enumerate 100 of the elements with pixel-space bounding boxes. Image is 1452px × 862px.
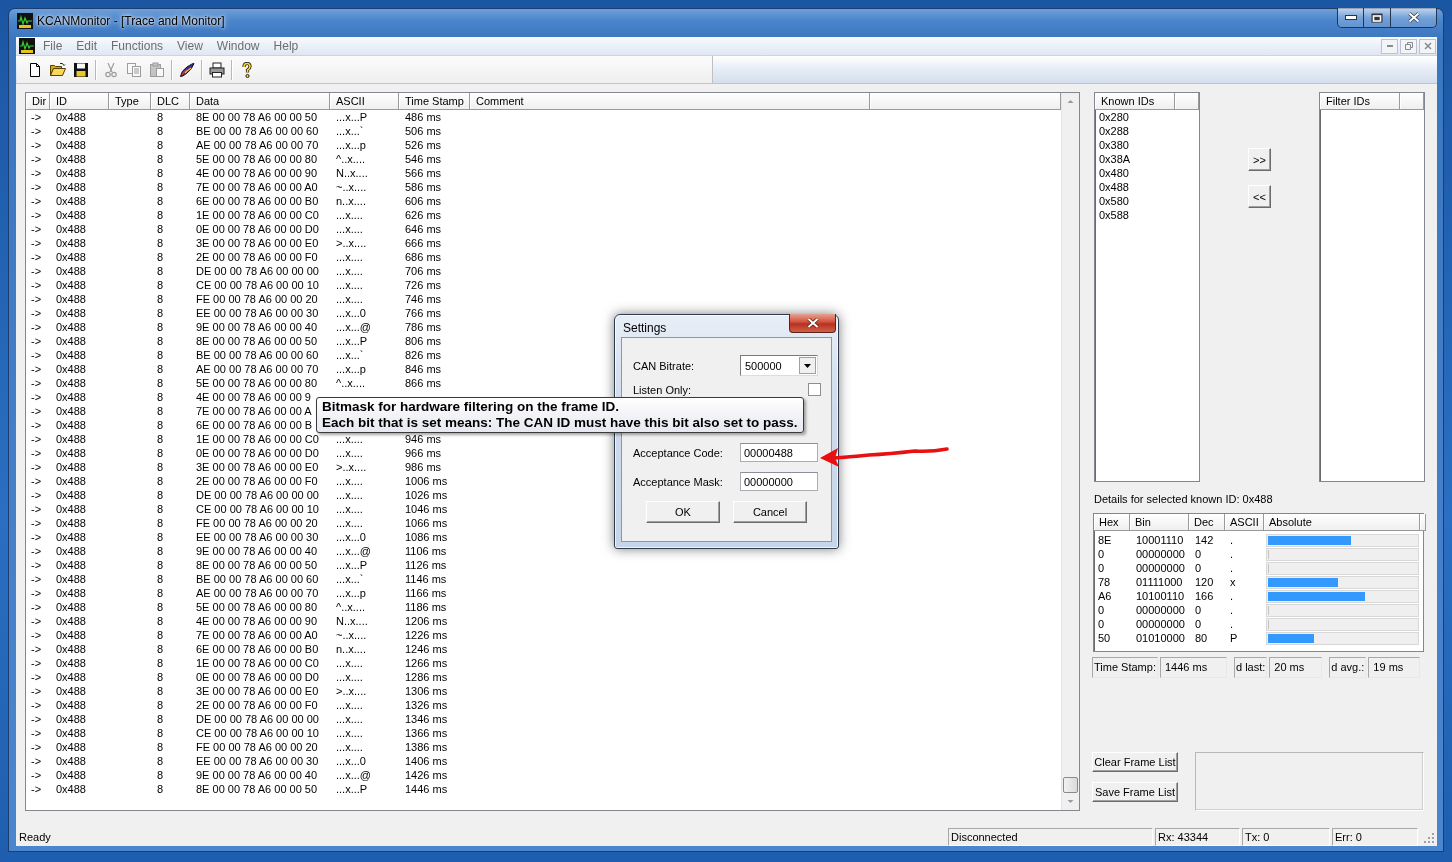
menu-item[interactable]: File	[36, 37, 70, 55]
column-header[interactable]: Dir	[26, 93, 50, 110]
column-header[interactable]: ASCII	[330, 93, 399, 110]
column-header[interactable]: ASCII	[1225, 514, 1264, 531]
ascii-cell: ...x....	[336, 474, 363, 488]
ascii-cell: ...x...0	[336, 530, 366, 544]
id-cell: 0x488	[56, 558, 86, 572]
id-cell: 0x488	[56, 516, 86, 530]
direction-cell: ->	[31, 740, 42, 754]
dlc-cell: 8	[157, 614, 164, 628]
column-header[interactable]: Filter IDs	[1320, 93, 1400, 110]
direction-cell: ->	[31, 222, 42, 236]
column-header[interactable]: ID	[50, 93, 109, 110]
dlc-cell: 8	[157, 432, 164, 446]
field-label: Listen Only:	[633, 383, 693, 396]
timestamp-cell: 486 ms	[405, 110, 442, 124]
checkbox[interactable]	[808, 383, 821, 396]
decimal-cell: 0	[1195, 617, 1202, 631]
text-field[interactable]: 00000000	[740, 472, 818, 491]
menu-item[interactable]: Window	[209, 37, 267, 55]
list-item[interactable]: 0x280	[1098, 110, 1130, 124]
column-header[interactable]: DLC	[151, 93, 190, 110]
list-item[interactable]: 0x480	[1098, 166, 1130, 180]
close-icon	[1407, 12, 1420, 23]
column-header[interactable]: Absolute	[1264, 514, 1420, 531]
ascii-cell: ...x...@	[336, 768, 371, 782]
restore-button[interactable]	[1400, 38, 1417, 54]
blank-column-header	[1420, 514, 1426, 531]
dlc-cell: 8	[157, 628, 164, 642]
transfer-button[interactable]: >>	[1248, 148, 1271, 171]
maximize-button[interactable]	[1364, 8, 1391, 27]
list-item[interactable]: 0x580	[1098, 194, 1130, 208]
resize-grip-icon[interactable]	[1423, 832, 1435, 844]
printer-icon[interactable]	[208, 61, 225, 78]
frame-list-button[interactable]: Save Frame List	[1092, 782, 1178, 802]
ascii-cell: n..x....	[336, 194, 366, 208]
stat-label: d avg.:	[1329, 657, 1367, 678]
column-header[interactable]: Type	[109, 93, 151, 110]
vertical-scrollbar[interactable]	[1061, 93, 1079, 810]
id-cell: 0x488	[56, 726, 86, 740]
timestamp-cell: 1286 ms	[405, 670, 448, 684]
data-cell: EE 00 00 78 A6 00 00 30	[196, 306, 319, 320]
dropdown-field[interactable]: 500000	[740, 355, 818, 376]
column-header[interactable]: Hex	[1094, 514, 1130, 531]
scrollbar-thumb[interactable]	[1063, 777, 1078, 793]
timestamp-cell: 766 ms	[405, 306, 442, 320]
ascii-cell: >..x....	[336, 236, 367, 250]
column-header[interactable]: Time Stamp	[399, 93, 470, 110]
id-cell: 0x488	[56, 222, 86, 236]
direction-cell: ->	[31, 754, 42, 768]
column-header[interactable]: Known IDs	[1095, 93, 1175, 110]
id-cell: 0x488	[56, 348, 86, 362]
id-cell: 0x488	[56, 166, 86, 180]
column-header[interactable]: Dec	[1189, 514, 1225, 531]
dlc-cell: 8	[157, 740, 164, 754]
ascii-cell: ...x...`	[336, 572, 364, 586]
ascii-cell: ...x....	[336, 278, 363, 292]
direction-cell: ->	[31, 152, 42, 166]
frame-list-button[interactable]: Clear Frame List	[1092, 752, 1178, 772]
status-text: Tx: 0	[1242, 828, 1330, 846]
column-header[interactable]: Comment	[470, 93, 870, 110]
data-cell: 4E 00 00 78 A6 00 00 90	[196, 166, 318, 180]
direction-cell: ->	[31, 306, 42, 320]
id-cell: 0x488	[56, 194, 86, 208]
brush-icon[interactable]	[178, 61, 195, 78]
menu-item[interactable]: View	[170, 37, 210, 55]
dialog-button[interactable]: Cancel	[733, 501, 807, 523]
transfer-button[interactable]: <<	[1248, 185, 1271, 208]
direction-cell: ->	[31, 334, 42, 348]
menu-item[interactable]: Edit	[69, 37, 105, 55]
dlc-cell: 8	[157, 110, 164, 124]
list-item[interactable]: 0x380	[1098, 138, 1130, 152]
data-cell: DE 00 00 78 A6 00 00 00	[196, 488, 319, 502]
ascii-cell: ^..x....	[336, 152, 365, 166]
dialog-button[interactable]: OK	[646, 501, 720, 523]
binary-cell: 00000000	[1136, 617, 1185, 631]
close-button[interactable]	[1391, 8, 1436, 27]
list-item[interactable]: 0x488	[1098, 180, 1130, 194]
list-item[interactable]: 0x288	[1098, 124, 1130, 138]
folder-icon[interactable]	[49, 61, 66, 78]
text-field[interactable]: 00000488	[740, 443, 818, 462]
column-header[interactable]: Bin	[1130, 514, 1189, 531]
menu-item[interactable]: Functions	[104, 37, 171, 55]
list-item[interactable]: 0x588	[1098, 208, 1130, 222]
data-cell: BE 00 00 78 A6 00 00 60	[196, 348, 319, 362]
timestamp-cell: 1086 ms	[405, 530, 448, 544]
id-cell: 0x488	[56, 614, 86, 628]
dlc-cell: 8	[157, 712, 164, 726]
timestamp-cell: 1026 ms	[405, 488, 448, 502]
minimize-button[interactable]	[1338, 8, 1364, 27]
column-header[interactable]: Data	[190, 93, 330, 110]
id-cell: 0x488	[56, 474, 86, 488]
dlc-cell: 8	[157, 418, 164, 432]
direction-cell: ->	[31, 670, 42, 684]
list-item[interactable]: 0x38A	[1098, 152, 1132, 166]
direction-cell: ->	[31, 124, 42, 138]
direction-cell: ->	[31, 320, 42, 334]
close-button[interactable]	[789, 314, 836, 333]
direction-cell: ->	[31, 684, 42, 698]
menu-item[interactable]: Help	[266, 37, 306, 55]
